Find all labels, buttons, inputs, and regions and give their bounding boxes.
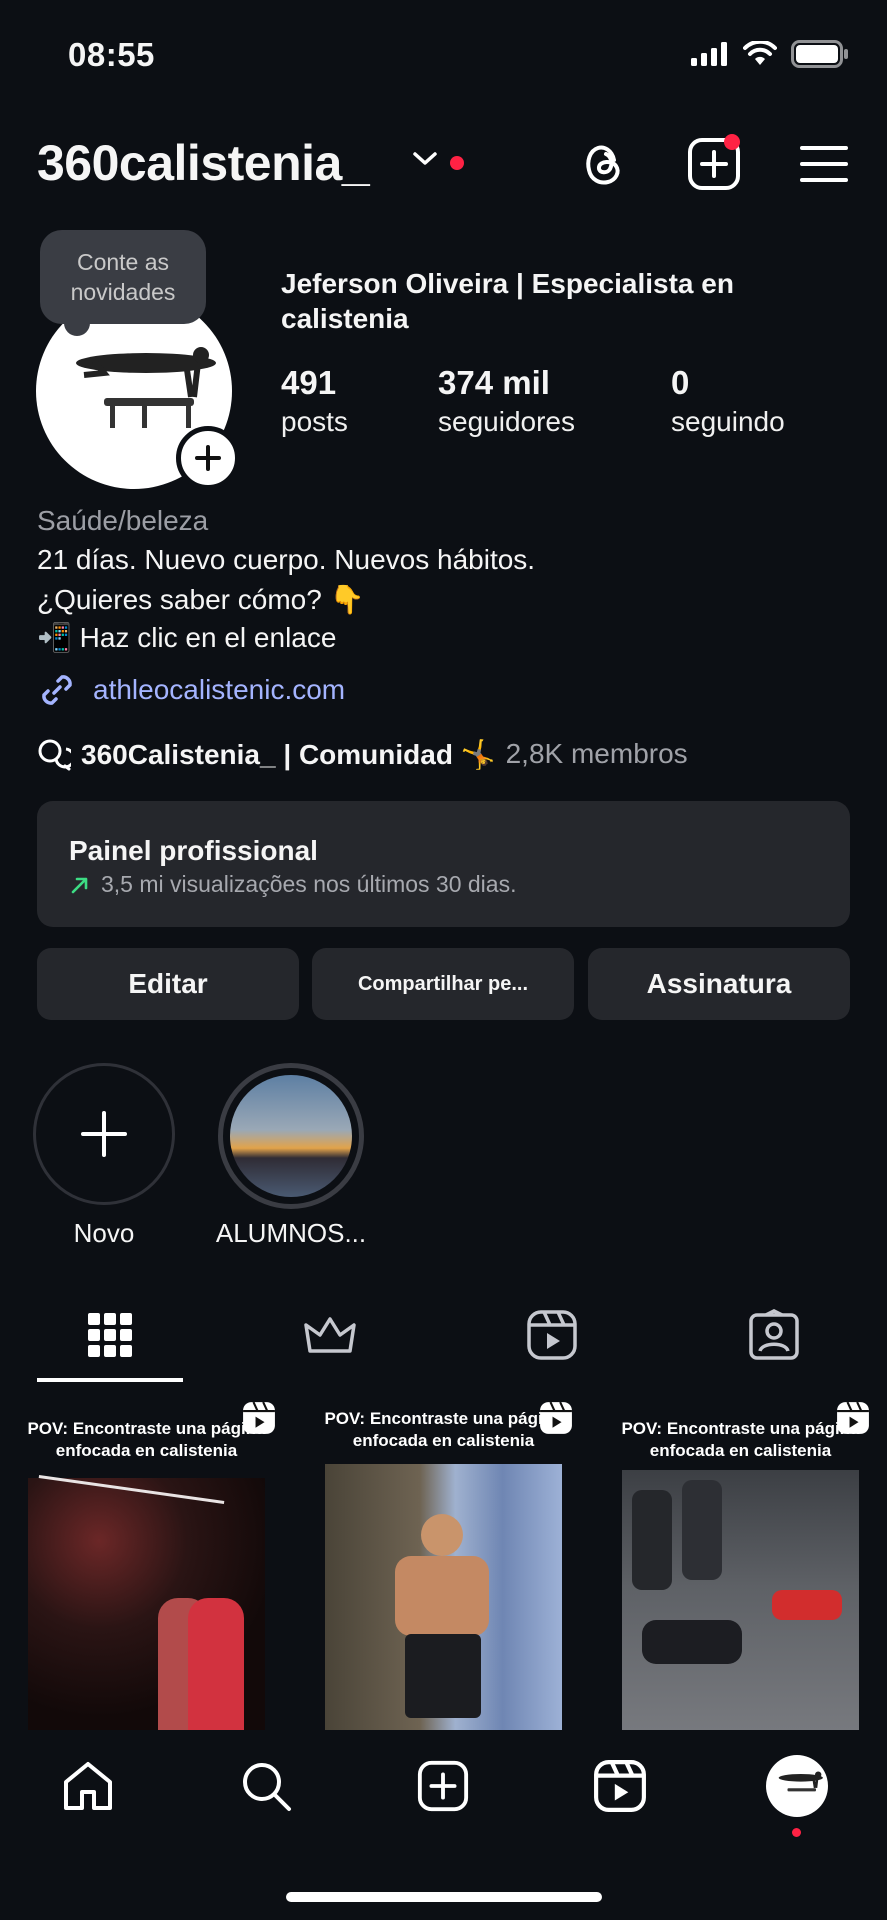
menu-icon[interactable] bbox=[796, 136, 852, 192]
profile-category: Saúde/beleza bbox=[37, 505, 209, 536]
notes-bubble-line-1: Conte as bbox=[76, 249, 170, 275]
professional-dashboard[interactable]: Painel profissional 3,5 mi visualizações… bbox=[37, 801, 850, 927]
highlight-alumnos[interactable] bbox=[218, 1063, 364, 1209]
highlight-new-button[interactable] bbox=[33, 1063, 175, 1205]
community-chat[interactable]: 360Calistenia_ | Comunidad 🤸 2,8K membro… bbox=[37, 737, 688, 771]
tagged-person-icon bbox=[749, 1309, 799, 1360]
add-story-button[interactable] bbox=[176, 426, 240, 490]
dashboard-title: Painel profissional bbox=[69, 835, 318, 866]
cellular-signal-icon bbox=[691, 42, 727, 66]
home-indicator[interactable] bbox=[286, 1892, 602, 1902]
post-image bbox=[28, 1475, 265, 1730]
bio-line-1: 21 días. Nuevo cuerpo. Nuevos hábitos. bbox=[37, 544, 536, 575]
profile-username[interactable]: 360calistenia_ bbox=[37, 134, 370, 192]
plus-icon bbox=[81, 1111, 127, 1157]
notes-bubble-line-2: novidades bbox=[70, 279, 176, 305]
nav-search[interactable] bbox=[236, 1756, 296, 1816]
highlight-alumnos-label: ALUMNOS... bbox=[215, 1218, 367, 1248]
notification-dot bbox=[450, 156, 464, 170]
profile-link[interactable]: athleocalistenic.com bbox=[37, 670, 345, 710]
nav-reels[interactable] bbox=[590, 1756, 650, 1816]
stat-posts-label: posts bbox=[281, 406, 348, 437]
tab-grid[interactable] bbox=[80, 1305, 140, 1365]
crown-icon bbox=[304, 1317, 356, 1353]
status-icons bbox=[691, 40, 849, 68]
reel-badge-icon bbox=[243, 1401, 275, 1434]
bio-line-3: 📲 Haz clic en el enlace bbox=[37, 622, 337, 653]
active-tab-indicator bbox=[37, 1378, 183, 1382]
nav-create[interactable] bbox=[413, 1756, 473, 1816]
plus-icon bbox=[195, 445, 221, 471]
profile-notification-dot bbox=[792, 1828, 801, 1837]
highlight-new-label: Novo bbox=[73, 1218, 135, 1248]
link-icon bbox=[42, 675, 72, 705]
post-image bbox=[325, 1464, 562, 1730]
tab-subscriptions[interactable] bbox=[300, 1305, 360, 1365]
stat-followers[interactable]: 374 mil seguidores bbox=[438, 364, 575, 438]
reel-badge-icon bbox=[540, 1401, 572, 1434]
stat-posts-value: 491 bbox=[281, 364, 337, 401]
stat-following-value: 0 bbox=[671, 364, 690, 401]
tab-tagged[interactable] bbox=[744, 1305, 804, 1365]
wifi-icon bbox=[743, 41, 777, 65]
stat-posts[interactable]: 491 posts bbox=[281, 364, 348, 438]
community-name: 360Calistenia_ | Comunidad 🤸 bbox=[81, 738, 496, 770]
create-notification-dot bbox=[724, 134, 740, 150]
profile-link-text: athleocalistenic.com bbox=[93, 674, 346, 705]
stat-following-label: seguindo bbox=[671, 406, 785, 437]
tab-reels[interactable] bbox=[522, 1305, 582, 1365]
reel-badge-icon bbox=[837, 1401, 869, 1434]
nav-profile-avatar[interactable] bbox=[766, 1755, 828, 1817]
subscription-button[interactable]: Assinatura bbox=[588, 948, 850, 1020]
bio-line-2: ¿Quieres saber cómo? 👇 bbox=[37, 584, 365, 615]
edit-profile-button[interactable]: Editar bbox=[37, 948, 299, 1020]
reels-icon bbox=[594, 1760, 646, 1812]
post-image bbox=[622, 1470, 859, 1730]
stat-followers-value: 374 mil bbox=[438, 364, 550, 401]
stat-followers-label: seguidores bbox=[438, 406, 575, 437]
trend-up-icon bbox=[71, 877, 88, 893]
status-time: 08:55 bbox=[68, 36, 155, 73]
profile-full-name: Jeferson Oliveira | Especialista en cali… bbox=[281, 268, 734, 334]
threads-icon[interactable] bbox=[576, 136, 632, 192]
chat-bubbles-icon bbox=[38, 739, 71, 771]
battery-icon bbox=[791, 40, 848, 68]
dashboard-subtitle: 3,5 mi visualizações nos últimos 30 dias… bbox=[101, 871, 517, 897]
share-profile-button[interactable]: Compartilhar pe... bbox=[312, 948, 574, 1020]
dashboard-subtitle-row: 3,5 mi visualizações nos últimos 30 dias… bbox=[69, 871, 516, 898]
community-members: 2,8K membros bbox=[505, 738, 688, 769]
chevron-down-icon[interactable] bbox=[412, 150, 438, 168]
nav-home[interactable] bbox=[58, 1756, 118, 1816]
grid-icon bbox=[88, 1313, 132, 1357]
home-icon bbox=[64, 1762, 112, 1810]
stat-following[interactable]: 0 seguindo bbox=[671, 364, 785, 438]
post-tile[interactable]: POV: Encontraste una página enfocada en … bbox=[594, 1386, 887, 1730]
reels-icon bbox=[527, 1310, 577, 1360]
highlight-cover-image bbox=[230, 1075, 352, 1197]
post-tile[interactable]: POV: Encontraste una página enfocada en … bbox=[297, 1386, 590, 1730]
notes-bubble[interactable]: Conte as novidades bbox=[40, 230, 206, 324]
create-post-icon bbox=[417, 1760, 469, 1812]
post-tile[interactable]: POV: Encontraste una página enfocada en … bbox=[0, 1386, 293, 1730]
calisthenics-logo-icon bbox=[778, 1771, 823, 1792]
search-icon bbox=[243, 1763, 291, 1811]
